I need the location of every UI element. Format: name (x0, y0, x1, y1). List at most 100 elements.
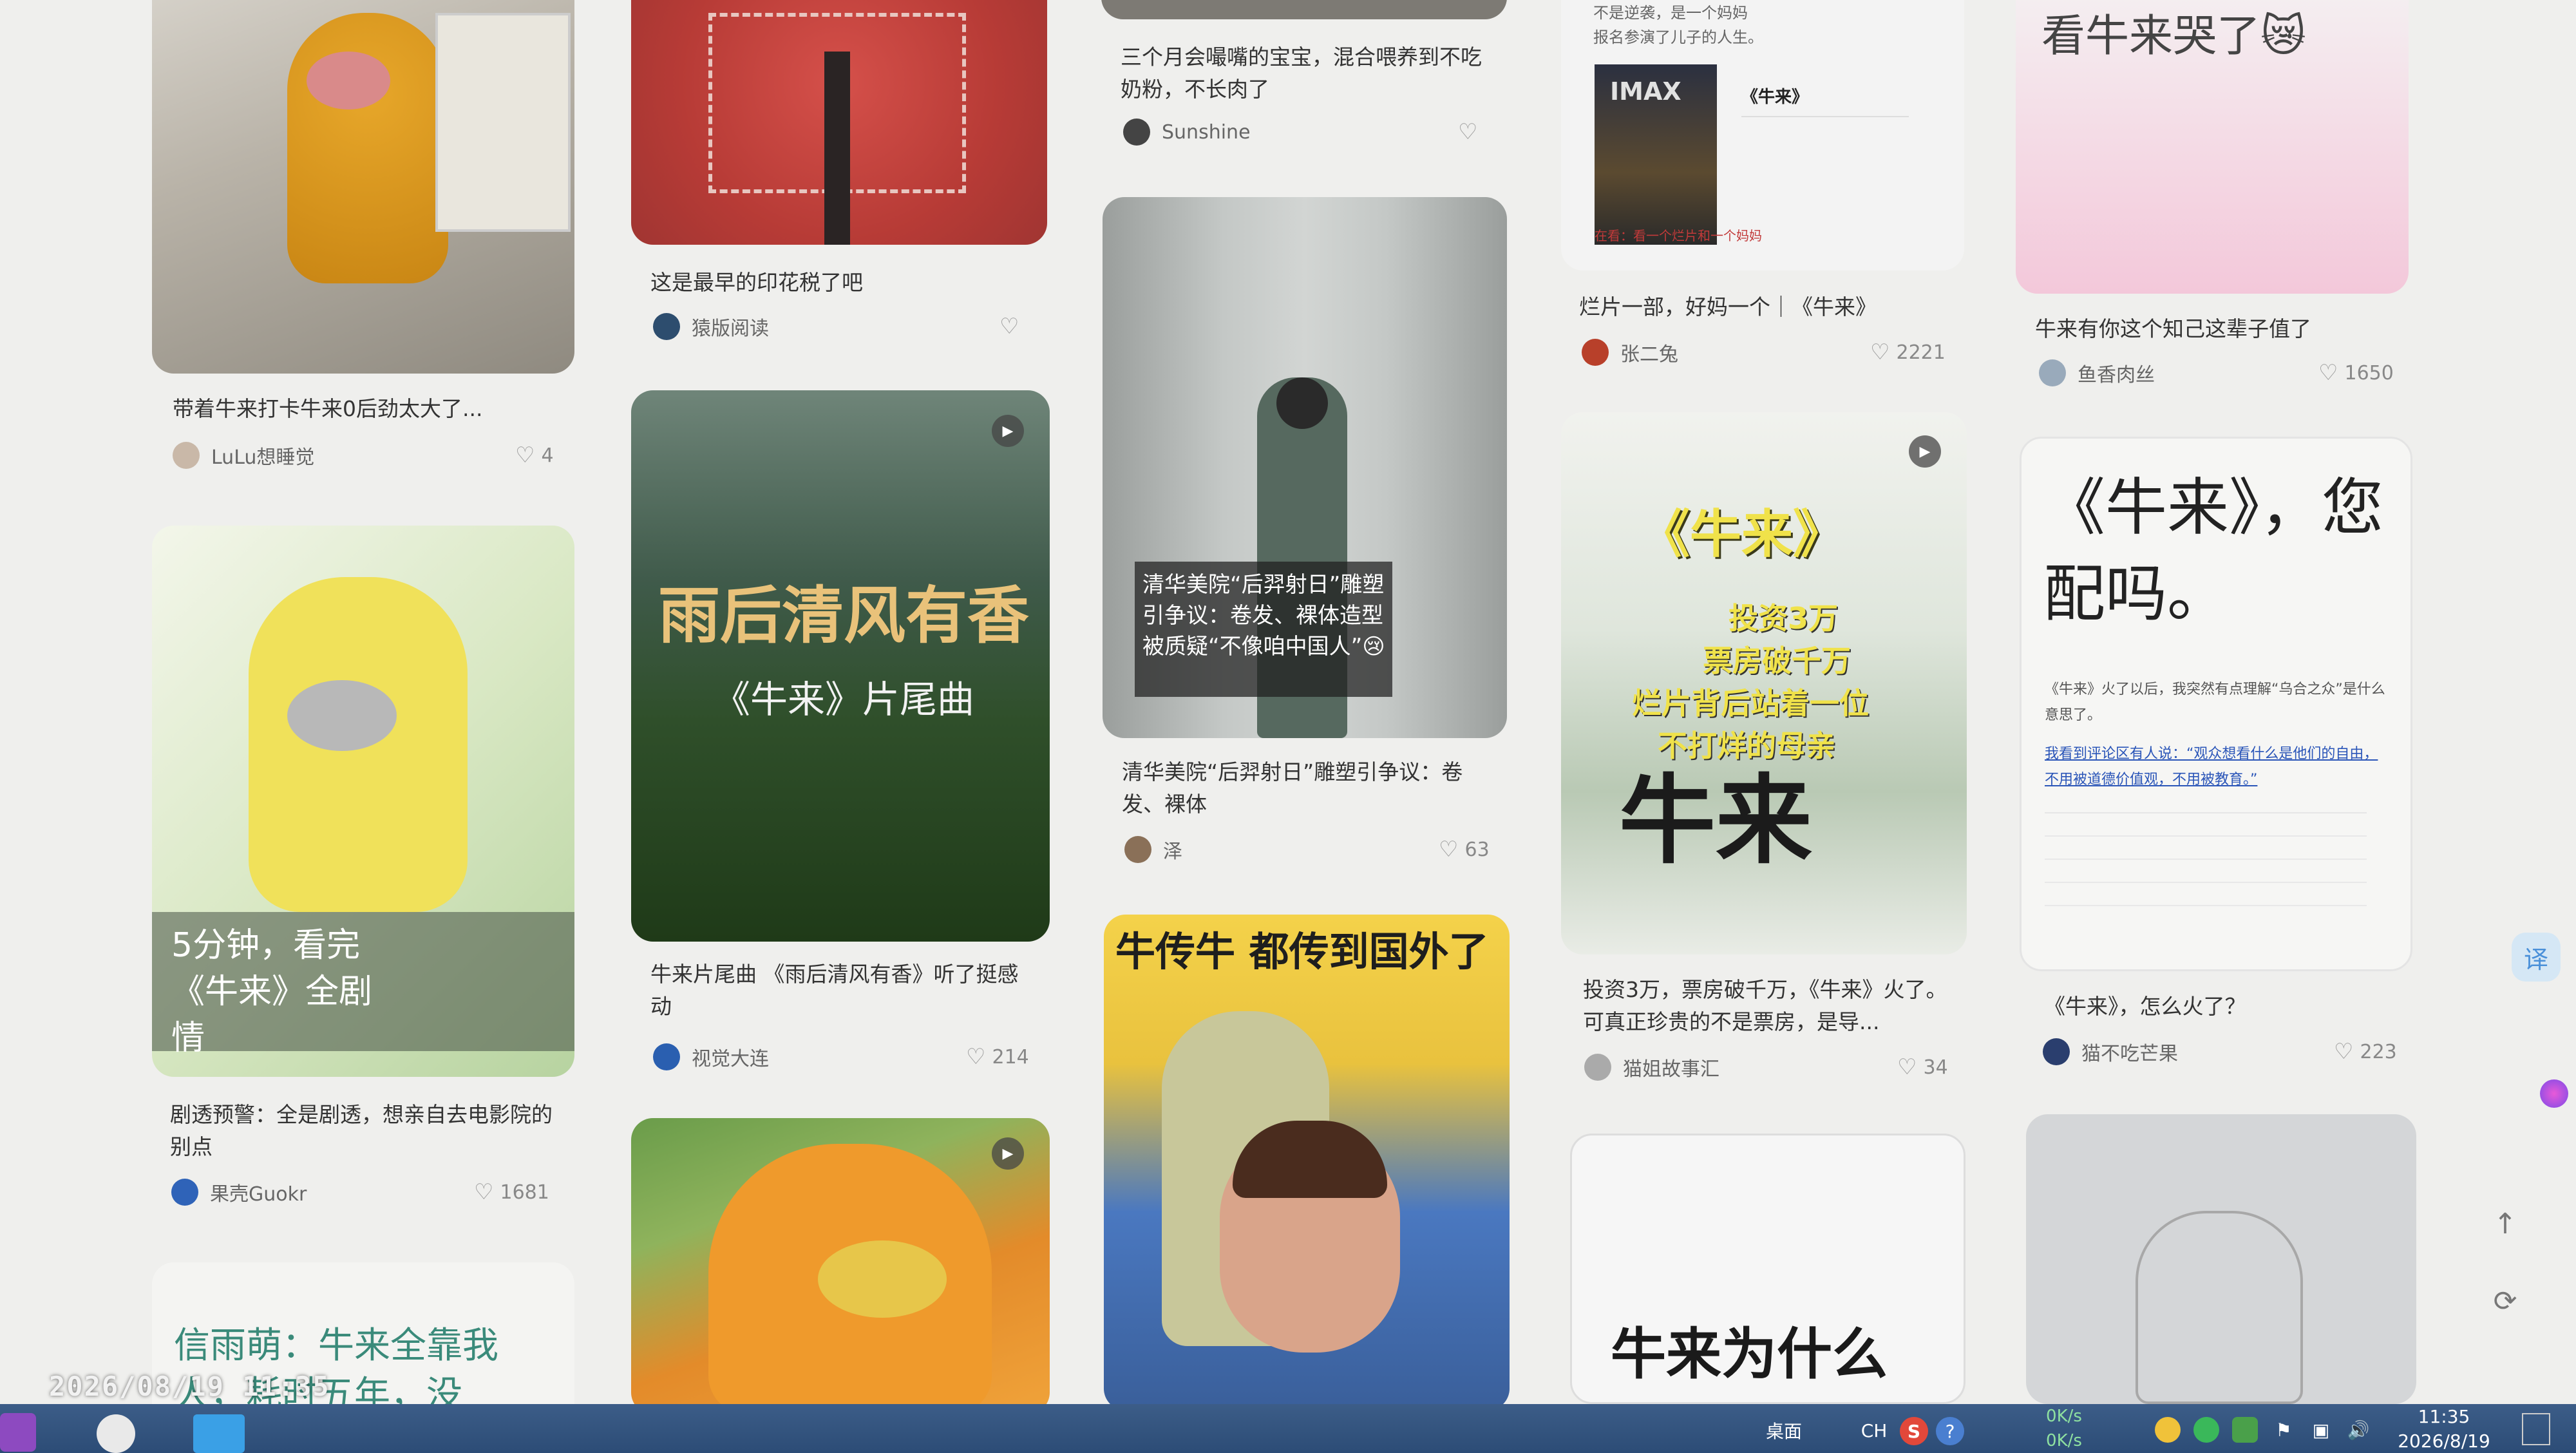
like-button[interactable]: ♡ 4 (515, 441, 554, 470)
author-name: 果壳Guokr (210, 1183, 307, 1206)
card-author[interactable]: LuLu想睡觉 (173, 441, 314, 470)
network-icon[interactable]: ▣ (2308, 1416, 2334, 1444)
card-caption[interactable]: 牛来片尾曲 《雨后清风有香》听了挺感动 (650, 958, 1037, 1023)
feed-card[interactable] (2026, 1114, 2419, 1404)
play-icon[interactable]: ▶ (992, 1137, 1024, 1170)
like-button[interactable]: ♡ 2221 (1870, 337, 1946, 367)
ink-calligraphy: 牛来 (1619, 765, 1813, 877)
ime-icon[interactable]: S (1900, 1417, 1928, 1445)
like-button[interactable]: ♡ (999, 312, 1025, 341)
feed-card[interactable]: 看牛来哭了😿 牛来有你这个知己这辈子值了 鱼香肉丝 ♡ 1650 (2016, 0, 2428, 399)
feed-card[interactable]: 牛传牛 都传到国外了 (1104, 915, 1516, 1404)
heart-icon: ♡ (966, 1044, 986, 1070)
feed-card[interactable]: 带着牛来打卡牛来0后劲太大了... LuLu想睡觉 ♡ 4 (152, 0, 577, 477)
ink-line: 票房破千万 (1703, 643, 1851, 678)
card-author[interactable]: 视觉大连 (653, 1042, 769, 1072)
card-author[interactable]: 猿版阅读 (653, 312, 769, 341)
card-image[interactable] (631, 1118, 1050, 1404)
card-caption[interactable]: 投资3万，票房破千万，《牛来》火了。可真正珍贵的不是票房，是导... (1583, 974, 1963, 1038)
like-button[interactable]: ♡ (1458, 117, 1484, 147)
card-image[interactable]: 《牛来》，您配吗。 《牛来》火了以后，我突然有点理解“乌合之众”是什么意思了。 … (2020, 437, 2412, 971)
avatar (1582, 339, 1609, 366)
feed-card[interactable]: 三个月会嘬嘴的宝宝，混合喂养到不吃奶粉，不长肉了 Sunshine ♡ (1101, 0, 1513, 167)
app-icon[interactable] (97, 1414, 135, 1453)
refresh-icon[interactable]: ⟳ (2486, 1282, 2524, 1320)
like-button[interactable]: ♡ 34 (1897, 1052, 1948, 1082)
card-caption[interactable]: 《牛来》，怎么火了？ (2044, 991, 2424, 1023)
avatar (2043, 1038, 2070, 1065)
card-image[interactable] (2026, 1114, 2416, 1404)
card-image[interactable] (1101, 0, 1507, 19)
feed-card[interactable]: 雨后清风有香 《牛来》片尾曲 ▶ 牛来片尾曲 《雨后清风有香》听了挺感动 视觉大… (631, 390, 1056, 1079)
card-image[interactable]: 清华美院“后羿射日”雕塑引争议：卷发、裸体造型被质疑“不像咱中国人”😢 (1103, 197, 1507, 738)
card-image[interactable]: 雨后清风有香 《牛来》片尾曲 (631, 390, 1050, 942)
card-image[interactable] (152, 0, 574, 374)
card-caption[interactable]: 这是最早的印花税了吧 (650, 267, 1037, 299)
like-button[interactable]: ♡ 1650 (2318, 358, 2394, 388)
content-feed: 带着牛来打卡牛来0后劲太大了... LuLu想睡觉 ♡ 4 5分钟，看完《牛来》全… (0, 0, 2576, 1404)
like-button[interactable]: ♡ 1681 (474, 1177, 549, 1207)
card-author[interactable]: 果壳Guokr (171, 1177, 307, 1207)
feed-card[interactable]: 这是最早的印花税了吧 猿版阅读 ♡ (631, 0, 1056, 361)
back-to-top-icon[interactable]: ↑ (2486, 1204, 2524, 1243)
card-image[interactable]: 牛传牛 都传到国外了 (1104, 915, 1510, 1404)
card-image[interactable]: 5分钟，看完《牛来》全剧情 (152, 526, 574, 1077)
translate-button[interactable]: 译 (2512, 933, 2561, 982)
ink-title: 《牛来》 (1638, 504, 1844, 564)
tray-icon[interactable] (2155, 1417, 2181, 1443)
app-icon[interactable] (193, 1414, 245, 1453)
clock-time[interactable]: 11:35 (2396, 1404, 2492, 1429)
heart-icon: ♡ (1458, 119, 1478, 145)
card-author[interactable]: 猫不吃芒果 (2043, 1037, 2178, 1067)
help-icon[interactable]: ? (1936, 1417, 1964, 1445)
flag-icon[interactable]: ⚑ (2271, 1416, 2297, 1444)
card-image[interactable] (631, 0, 1047, 245)
card-caption[interactable]: 剧透预警：全是剧透，想亲自去电影院的别点 (170, 1099, 569, 1163)
overlay-title: 5分钟，看完《牛来》全剧情 (171, 926, 373, 1058)
net-download: 0K/s (2046, 1431, 2082, 1450)
card-image[interactable]: 《牛来》 投资3万 票房破千万 烂片背后站着一位 不打烊的母亲 牛来 (1561, 412, 1967, 954)
assistant-icon[interactable] (2540, 1079, 2568, 1108)
like-button[interactable]: ♡ 214 (966, 1042, 1029, 1072)
card-author[interactable]: 猫姐故事汇 (1584, 1052, 1719, 1082)
language-indicator[interactable]: CH (1855, 1414, 1893, 1447)
card-author[interactable]: 鱼香肉丝 (2039, 358, 2155, 388)
feed-card[interactable]: 清华美院“后羿射日”雕塑引争议：卷发、裸体造型被质疑“不像咱中国人”😢 清华美院… (1103, 197, 1515, 880)
card-image[interactable]: 不是逆袭，是一个妈妈 报名参演了儿子的人生。 IMAX 《牛来》 在看：看一个烂… (1561, 0, 1964, 271)
author-name: 视觉大连 (692, 1048, 769, 1070)
card-caption[interactable]: 烂片一部，好妈一个｜《牛来》 (1579, 291, 1965, 323)
card-author[interactable]: 泽 (1124, 835, 1182, 864)
shield-icon[interactable] (2232, 1417, 2258, 1443)
feed-card[interactable]: 牛来为什么 (1570, 1134, 1969, 1404)
heart-icon: ♡ (515, 442, 535, 468)
feed-card[interactable]: 不是逆袭，是一个妈妈 报名参演了儿子的人生。 IMAX 《牛来》 在看：看一个烂… (1561, 0, 1973, 380)
author-name: 猫姐故事汇 (1623, 1058, 1719, 1081)
like-button[interactable]: ♡ 223 (2334, 1037, 2397, 1067)
heart-icon: ♡ (1897, 1054, 1917, 1080)
card-author[interactable]: Sunshine (1123, 117, 1251, 147)
card-caption[interactable]: 清华美院“后羿射日”雕塑引争议：卷发、裸体 (1122, 756, 1502, 821)
card-caption[interactable]: 带着牛来打卡牛来0后劲太大了... (173, 393, 572, 425)
feed-card[interactable]: ▶ (631, 1118, 1056, 1404)
desktop-toolbar[interactable]: 桌面 (1752, 1414, 1816, 1447)
tray-icon[interactable] (2193, 1417, 2219, 1443)
feed-card[interactable]: 5分钟，看完《牛来》全剧情 剧透预警：全是剧透，想亲自去电影院的别点 果壳Guo… (152, 526, 577, 1221)
taskbar: 桌面 CH S ? 0K/s 0K/s ⚑ ▣ 🔊 11:35 2026/8/1… (0, 1404, 2576, 1453)
like-button[interactable]: ♡ 63 (1439, 835, 1490, 864)
article-title: 《牛来》，您配吗。 (2043, 471, 2383, 630)
card-image[interactable]: 看牛来哭了😿 (2016, 0, 2409, 294)
play-icon[interactable]: ▶ (1909, 435, 1941, 468)
start-icon[interactable] (0, 1413, 36, 1452)
card-author[interactable]: 张二兔 (1582, 337, 1678, 367)
play-icon[interactable]: ▶ (992, 415, 1024, 447)
volume-icon[interactable]: 🔊 (2345, 1416, 2371, 1444)
card-image[interactable]: 牛来为什么 (1570, 1134, 1965, 1404)
clock-date[interactable]: 2026/8/19 (2383, 1429, 2505, 1453)
feed-card[interactable]: 《牛来》 投资3万 票房破千万 烂片背后站着一位 不打烊的母亲 牛来 ▶ 投资3… (1561, 412, 1973, 1095)
poster-caption: 报名参演了儿子的人生。 (1593, 28, 1763, 46)
show-desktop-button[interactable] (2522, 1413, 2550, 1445)
author-name: 鱼香肉丝 (2078, 364, 2155, 386)
card-caption[interactable]: 三个月会嘬嘴的宝宝，混合喂养到不吃奶粉，不长肉了 (1121, 41, 1501, 106)
feed-card[interactable]: 《牛来》，您配吗。 《牛来》火了以后，我突然有点理解“乌合之众”是什么意思了。 … (2020, 437, 2432, 1081)
card-caption[interactable]: 牛来有你这个知己这辈子值了 (2035, 313, 2415, 345)
